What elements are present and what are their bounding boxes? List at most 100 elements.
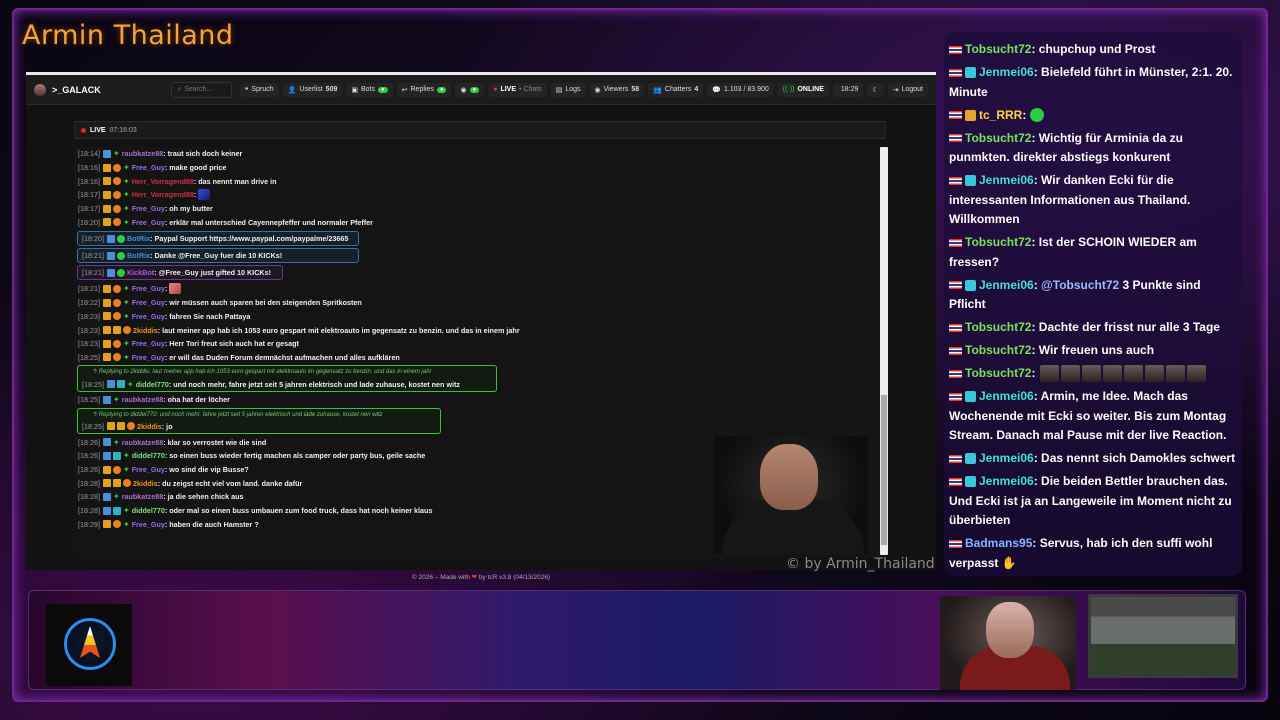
message-username[interactable]: BotRix <box>127 251 150 260</box>
message-username[interactable]: raubkatze88 <box>122 395 164 404</box>
avatar <box>34 83 46 96</box>
overlay-chat-message: Tobsucht72: Ist der SCHOIN WIEDER am fre… <box>949 233 1238 272</box>
verified-icon: ✦ <box>122 204 130 214</box>
message-username[interactable]: 2kiddis <box>133 326 158 335</box>
crown-badge-icon <box>102 326 111 335</box>
toolbar-item-ghost-icon[interactable]: ◉ ● <box>455 82 485 97</box>
message-username[interactable]: Free_Guy <box>132 353 165 362</box>
search-input[interactable]: ⌕ Search... <box>171 81 232 98</box>
overlay-message-text: : Das nennt sich Damokles schwert <box>1033 451 1236 465</box>
overlay-chat-message: Jenmei06: Wir danken Ecki für die intere… <box>949 171 1238 230</box>
message-username[interactable]: Free_Guy <box>132 312 165 321</box>
chat-message[interactable]: [18:23] 2kiddis: laut meiner app hab ich … <box>74 323 882 337</box>
verified-icon: ✦ <box>122 190 130 200</box>
message-timestamp: [18:20] <box>82 234 104 244</box>
overlay-message-text: : <box>1031 366 1036 380</box>
overlay-chat-message: Tobsucht72: Dachte der frisst nur alle 3… <box>949 318 1238 338</box>
watermark: © by Armin_Thailand <box>786 556 935 572</box>
message-username[interactable]: diddel770 <box>132 506 165 515</box>
chat-message[interactable]: [18:21] BotRix: Danke @Free_Guy fuer die … <box>77 248 359 264</box>
reply-icon: ↩ <box>401 86 408 94</box>
chat-message[interactable]: [18:21] ✦ Free_Guy: <box>74 282 882 296</box>
message-text: : jo <box>161 421 173 431</box>
message-username[interactable]: Free_Guy <box>132 218 165 227</box>
sub-badge-icon <box>112 353 121 362</box>
chat-message[interactable]: [18:20] ✦ Free_Guy: erklär mal unterschied… <box>74 215 882 229</box>
message-username[interactable]: 2kiddis <box>137 422 162 431</box>
chat-message[interactable]: [18:17] ✦ Free_Guy: oh my butter <box>74 202 882 216</box>
toolbar-item-replies[interactable]: ↩ Replies ● <box>396 82 452 97</box>
overlay-chat-message: tc_RRR: <box>949 106 1238 126</box>
gift-badge-icon <box>965 391 976 403</box>
kick-badge-icon <box>102 451 111 460</box>
toolbar-label: Logout <box>901 86 923 93</box>
app-brand[interactable]: >_GALACK <box>34 83 167 96</box>
message-username[interactable]: Free_Guy <box>132 298 165 307</box>
kick-badge-icon <box>106 251 115 260</box>
toggle-switch[interactable]: ● <box>469 86 480 93</box>
message-username[interactable]: BotRix <box>127 234 150 243</box>
overlay-chat-message: Tobsucht72: chupchup und Prost <box>949 40 1238 60</box>
toolbar-item-online[interactable]: ((·)) ONLINE <box>777 82 829 97</box>
message-timestamp: [18:21] <box>82 251 104 261</box>
search-icon: ⌕ <box>177 85 182 93</box>
message-username[interactable]: Free_Guy <box>132 284 165 293</box>
chat-message[interactable]: [18:14] ✦ raubkatze88: traut sich doch kei… <box>74 147 882 161</box>
chat-scrollbar[interactable] <box>880 147 888 555</box>
overlay-chat-message: Jenmei06: @Tobsucht72 3 Punkte sind Pfli… <box>949 276 1238 315</box>
message-text: : Herr Tori freut sich auch hat er gesag… <box>164 339 299 349</box>
sub-badge-icon <box>112 190 121 199</box>
message-username[interactable]: Free_Guy <box>132 204 165 213</box>
kick-badge-icon <box>102 395 111 404</box>
chat-message[interactable]: [18:25] ✦ diddel770: und noch mehr, fahre … <box>78 377 496 391</box>
thai-flag-icon <box>949 134 962 143</box>
message-username[interactable]: raubkatze88 <box>122 492 164 501</box>
message-username[interactable]: 2kiddis <box>133 479 158 488</box>
toolbar-item-chatters[interactable]: 👥 Chatters 4 <box>648 82 704 97</box>
chat-message[interactable]: [18:16] ✦ Free_Guy: make good price <box>74 161 882 175</box>
chat-message[interactable]: [18:25] ✦ Free_Guy: er will das Duden Foru… <box>74 351 882 365</box>
toolbar-item-18-29[interactable]: 18:29 <box>832 82 864 97</box>
chat-message[interactable]: [18:20] BotRix: Paypal Support https://ww… <box>77 231 359 247</box>
message-username[interactable]: KickBot <box>127 268 154 277</box>
overlay-username: tc_RRR <box>979 107 1023 122</box>
toggle-switch[interactable]: ● <box>378 86 388 93</box>
chat-message[interactable]: [18:23] ✦ Free_Guy: Herr Tori freut sich a… <box>74 337 882 351</box>
message-username[interactable]: raubkatze88 <box>122 149 164 158</box>
chat-message[interactable]: [18:22] ✦ Free_Guy: wir müssen auch sparen… <box>74 296 882 310</box>
crown-badge-icon <box>965 109 976 121</box>
message-username[interactable]: Free_Guy <box>132 339 165 348</box>
kick-badge-icon <box>102 506 111 515</box>
chat-message[interactable]: [18:23] ✦ Free_Guy: fahren Sie nach Pattay… <box>74 310 882 324</box>
toolbar-item-userlist[interactable]: 👤 Userlist 509 <box>282 82 343 97</box>
toolbar-item-live[interactable]: ● LIVE • Chats <box>488 82 547 97</box>
message-username[interactable]: Free_Guy <box>132 520 165 529</box>
toolbar-item-1-103-83-900[interactable]: 💬 1.103 / 83.900 <box>707 82 774 97</box>
toolbar-item-spruch[interactable]: ❝ Spruch <box>239 82 279 97</box>
chat-icon: 💬 <box>712 86 722 94</box>
toolbar-item-bots[interactable]: ▣ Bots ● <box>346 82 393 97</box>
message-username[interactable]: Herr_Vorragend88 <box>132 190 194 199</box>
message-username[interactable]: Herr_Vorragend88 <box>132 177 194 186</box>
chat-message[interactable]: [18:21] KickBot: @Free_Guy just gifted 10… <box>77 265 283 281</box>
emote-icon <box>1039 365 1059 383</box>
toolbar-item-logout[interactable]: ⇥ Logout <box>887 82 928 97</box>
toggle-switch[interactable]: ● <box>436 86 447 93</box>
chat-message[interactable]: [18:25] 2kiddis: jo <box>78 420 440 434</box>
message-username[interactable]: raubkatze88 <box>122 438 164 447</box>
toolbar-item-moon-icon[interactable]: ☾ <box>867 82 884 97</box>
toolbar-item-logs[interactable]: ▤ Logs <box>550 82 586 97</box>
overlay-chat-message: Tobsucht72: Wir freuen uns auch <box>949 341 1238 361</box>
emote-icon <box>1081 365 1101 383</box>
message-username[interactable]: diddel770 <box>132 451 165 460</box>
message-username[interactable]: diddel770 <box>136 380 169 389</box>
chat-message[interactable]: [18:16] ✦ Herr_Vorragend88: das nennt man … <box>74 174 882 188</box>
message-username[interactable]: Free_Guy <box>132 163 165 172</box>
chat-message[interactable]: [18:25] ✦ raubkatze88: oha hat der löcher <box>74 393 882 407</box>
chat-message[interactable]: [18:17] ✦ Herr_Vorragend88: <box>74 188 882 202</box>
toolbar-item-viewers[interactable]: ◉ Viewers 58 <box>589 82 645 97</box>
scrollbar-thumb[interactable] <box>881 395 887 545</box>
message-timestamp: [18:25] <box>82 421 104 431</box>
message-username[interactable]: Free_Guy <box>132 465 165 474</box>
crown-badge-icon <box>102 190 111 199</box>
